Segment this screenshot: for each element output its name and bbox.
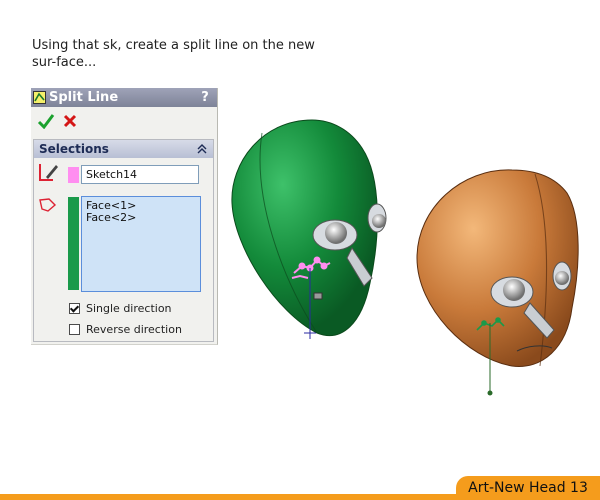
split-line-panel: Split Line ? Selections Sketch14 Face<1>…	[31, 88, 218, 345]
help-button[interactable]: ?	[197, 90, 213, 105]
model-viewport[interactable]	[222, 108, 600, 408]
sketch-selection-field[interactable]: Sketch14	[81, 165, 199, 184]
list-item[interactable]: Face<2>	[86, 212, 196, 224]
split-line-icon	[33, 91, 46, 104]
x-icon	[63, 114, 77, 128]
selections-group: Selections Sketch14 Face<1> Face<2> Sing…	[33, 139, 214, 342]
panel-title: Split Line	[49, 90, 119, 105]
single-direction-checkbox[interactable]	[69, 303, 80, 314]
selections-title: Selections	[39, 142, 109, 156]
single-direction-option[interactable]: Single direction	[69, 302, 172, 315]
green-head-model[interactable]	[231, 119, 387, 339]
faces-icon	[39, 198, 57, 212]
copper-head-model[interactable]	[416, 169, 579, 396]
instruction-text: Using that sk, create a split line on th…	[32, 38, 315, 70]
reverse-direction-option[interactable]: Reverse direction	[69, 323, 182, 336]
single-direction-label: Single direction	[86, 302, 172, 315]
sketch-pencil-icon	[39, 164, 58, 181]
checkmark-icon	[37, 114, 55, 129]
selections-header[interactable]: Selections	[34, 140, 213, 158]
panel-actions	[31, 107, 217, 135]
footer-tab: Art-New Head 13	[456, 476, 600, 500]
reverse-direction-checkbox[interactable]	[69, 324, 80, 335]
faces-color-swatch	[68, 197, 79, 290]
panel-titlebar: Split Line ?	[31, 88, 217, 107]
reverse-direction-label: Reverse direction	[86, 323, 182, 336]
cancel-button[interactable]	[58, 109, 82, 133]
faces-selection-list[interactable]: Face<1> Face<2>	[81, 196, 201, 292]
collapse-chevron-icon[interactable]	[195, 142, 209, 156]
sketch-color-swatch	[68, 167, 79, 183]
ok-button[interactable]	[34, 109, 58, 133]
